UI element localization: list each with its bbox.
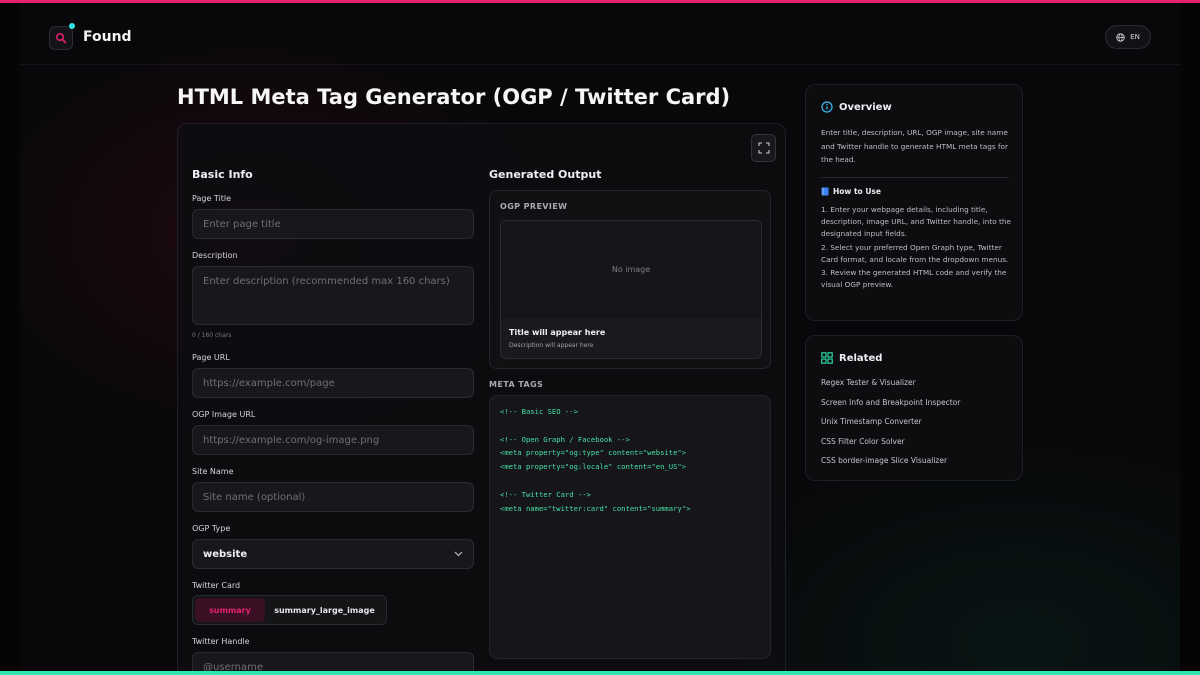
related-link[interactable]: CSS Filter Color Solver [821,437,960,457]
related-heading: Related [839,352,883,364]
info-icon [821,101,833,113]
overview-heading: Overview [839,101,892,113]
how-to-step: 1. Enter your webpage details, including… [821,205,1011,239]
twitter-card-option-summary-large-image[interactable]: summary_large_image [265,598,384,622]
book-icon [821,187,829,196]
overview-text: Enter title, description, URL, OGP image… [821,128,1009,165]
overview-divider [821,177,1009,178]
ogp-preview-card: No image Title will appear here Descript… [500,220,762,359]
related-link[interactable]: Screen Info and Breakpoint Inspector [821,398,960,418]
ogp-preview-panel: OGP PREVIEW No image Title will appear h… [489,190,771,369]
related-link[interactable]: CSS border-image Slice Visualizer [821,456,960,476]
description-label: Description [192,251,238,260]
language-label: EN [1130,33,1140,41]
chevron-down-icon [454,551,463,557]
generator-card: Basic Info Page Title Enter page title D… [177,123,786,675]
overview-heading-row: Overview [821,101,892,113]
header: Found EN [20,3,1180,65]
grid-icon [821,352,833,364]
fullscreen-button[interactable] [751,134,776,162]
preview-title: Title will appear here [509,328,606,337]
ogp-image-url-label: OGP Image URL [192,410,256,419]
site-name-label: Site Name [192,467,234,476]
how-to-step: 2. Select your preferred Open Graph type… [821,242,1009,264]
basic-info-heading: Basic Info [192,168,253,181]
ogp-type-label: OGP Type [192,524,231,533]
page-url-label: Page URL [192,353,230,362]
search-icon [55,32,67,44]
page-title-label: Page Title [192,194,232,203]
twitter-card-option-summary[interactable]: summary [195,598,265,622]
preview-image-placeholder: No image [501,221,761,318]
ogp-preview-label: OGP PREVIEW [500,202,568,211]
how-to-use-heading: How to Use [833,187,881,196]
logo-text[interactable]: Found [83,29,132,45]
page-url-input[interactable]: https://example.com/page [192,368,474,398]
meta-tags-code[interactable]: <!-- Basic SEO --> <!-- Open Graph / Fac… [489,395,771,659]
overview-card: Overview Enter title, description, URL, … [805,84,1023,321]
related-heading-row: Related [821,352,882,364]
ogp-type-value: website [203,548,248,560]
bottom-accent-bar [0,671,1200,675]
logo-status-dot [69,23,75,29]
related-card: Related Regex Tester & Visualizer Screen… [805,335,1023,481]
description-char-counter: 0 / 160 chars [192,332,232,339]
globe-icon [1116,32,1125,42]
twitter-card-label: Twitter Card [192,581,241,590]
expand-icon [757,142,770,154]
ogp-image-url-input[interactable]: https://example.com/og-image.png [192,425,474,455]
page-title-input[interactable]: Enter page title [192,209,474,239]
preview-description: Description will appear here [509,342,594,349]
language-button[interactable]: EN [1105,25,1151,49]
related-list: Regex Tester & Visualizer Screen Info an… [821,378,960,476]
page-title: HTML Meta Tag Generator (OGP / Twitter C… [177,85,731,109]
logo-search-icon[interactable] [49,26,73,50]
app-frame: Found EN HTML Meta Tag Generator (OGP / … [20,3,1180,675]
related-link[interactable]: Unix Timestamp Converter [821,417,960,437]
how-to-use-steps: 1. Enter your webpage details, including… [821,204,1013,292]
how-to-use-heading-row: How to Use [821,187,881,196]
generated-output-heading: Generated Output [489,168,602,181]
ogp-type-select[interactable]: website [192,539,474,569]
twitter-handle-label: Twitter Handle [192,637,250,646]
site-name-input[interactable]: Site name (optional) [192,482,474,512]
related-link[interactable]: Regex Tester & Visualizer [821,378,960,398]
description-textarea[interactable]: Enter description (recommended max 160 c… [192,266,474,325]
twitter-card-toggle: summary summary_large_image [192,595,387,625]
how-to-step: 3. Review the generated HTML code and ve… [821,268,1007,290]
meta-tags-label: META TAGS [489,380,544,389]
